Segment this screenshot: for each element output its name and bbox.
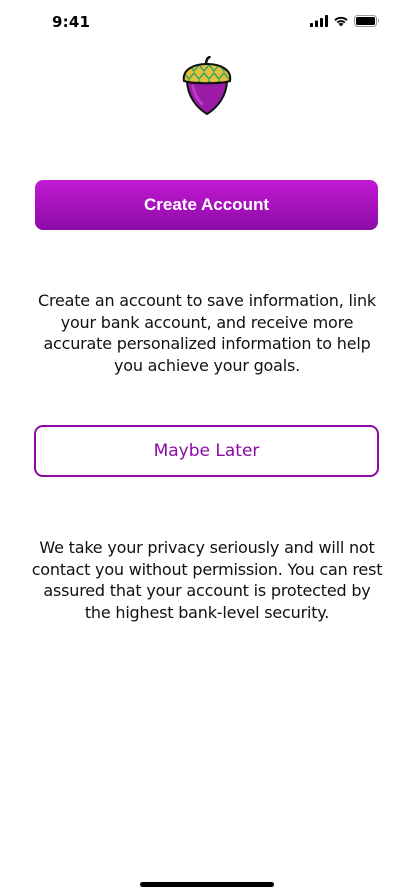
- cellular-signal-icon: [310, 15, 328, 27]
- acorn-logo: [181, 55, 233, 116]
- wifi-icon: [334, 16, 348, 27]
- battery-icon: [354, 15, 379, 27]
- account-benefits-text: Create an account to save information, l…: [37, 291, 376, 375]
- maybe-later-label: Maybe Later: [153, 441, 260, 461]
- create-account-label: Create Account: [143, 195, 269, 214]
- status-icons: [310, 15, 380, 27]
- privacy-note-text: We take your privacy seriously and will …: [31, 538, 383, 622]
- acorn-logo-icon: [182, 55, 232, 116]
- status-time: 9:41: [52, 13, 91, 31]
- maybe-later-button[interactable]: Maybe Later: [34, 425, 379, 477]
- create-account-button[interactable]: Create Account: [35, 180, 378, 230]
- status-bar: 9:41: [0, 0, 414, 44]
- home-indicator[interactable]: [140, 882, 274, 887]
